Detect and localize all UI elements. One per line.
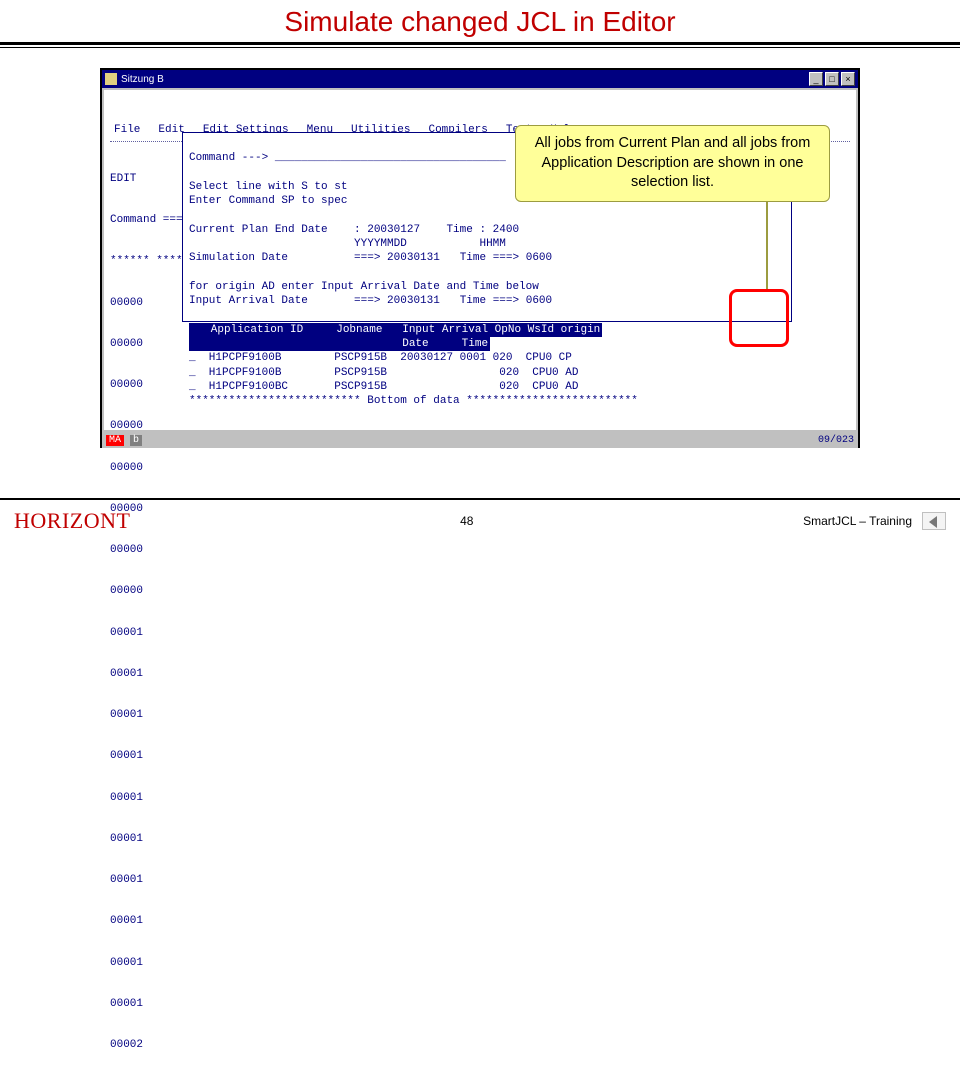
body-line: 00001 [110, 627, 850, 641]
body-line: 00001 [110, 915, 850, 929]
minimize-button[interactable]: _ [809, 72, 823, 86]
body-line: 00000 [110, 462, 850, 476]
table-header: Application ID Jobname Input Arrival OpN… [189, 323, 602, 337]
title-rule-thick [0, 42, 960, 45]
body-line: 00001 [110, 833, 850, 847]
panel-bottom: ************************** Bottom of dat… [189, 395, 638, 407]
fmt-time: HHMM [479, 238, 505, 250]
menu-edit[interactable]: Edit [158, 124, 184, 138]
table-row[interactable]: _ H1PCPF9100B PSCP915B 020 CPU0 AD [189, 367, 578, 379]
app-icon [105, 73, 117, 85]
body-line: 00001 [110, 668, 850, 682]
cp-end-time-lbl: Time [446, 224, 472, 236]
cp-end-time: : 2400 [479, 224, 519, 236]
maximize-button[interactable]: □ [825, 72, 839, 86]
body-line: 00000 [110, 585, 850, 599]
fmt-date: YYYYMMDD [354, 238, 407, 250]
window-caption: Sitzung B [121, 74, 807, 85]
window-titlebar: Sitzung B _ □ × [102, 70, 858, 88]
table-row[interactable]: _ H1PCPF9100B PSCP915B 20030127 0001 020… [189, 352, 572, 364]
sim-time[interactable]: 0600 [526, 252, 552, 264]
panel-instr2: Enter Command SP to spec [189, 195, 347, 207]
body-line: 00002 [110, 1039, 850, 1053]
slide-title: Simulate changed JCL in Editor [0, 0, 960, 42]
iad-label: Input Arrival Date [189, 295, 308, 307]
sim-date[interactable]: ===> 20030131 [354, 252, 440, 264]
body-line: 00001 [110, 874, 850, 888]
menu-file[interactable]: File [114, 124, 140, 138]
sim-label: Simulation Date [189, 252, 288, 264]
close-button[interactable]: × [841, 72, 855, 86]
cp-end-date: : 20030127 [354, 224, 420, 236]
body-line: 00001 [110, 709, 850, 723]
body-line: 00001 [110, 750, 850, 764]
body-line: 00000 [110, 420, 850, 434]
prev-slide-icon[interactable] [922, 512, 946, 530]
cp-end-label: Current Plan End Date [189, 224, 328, 236]
slide-number: 48 [130, 514, 803, 528]
iad-time-lbl: Time ===> [460, 295, 519, 307]
annotation-callout: All jobs from Current Plan and all jobs … [515, 125, 830, 202]
panel-instr1: Select line with S to st [189, 181, 347, 193]
highlight-origin-column [729, 289, 789, 347]
table-row[interactable]: _ H1PCPF9100BC PSCP915B 020 CPU0 AD [189, 381, 578, 393]
body-line: 00000 [110, 544, 850, 558]
title-rule-thin [0, 47, 960, 48]
sim-time-lbl: Time ===> [460, 252, 519, 264]
brand-logo: HORIZONT [14, 508, 130, 534]
training-label: SmartJCL – Training [803, 514, 912, 528]
panel-command-label: Command ---> [189, 152, 268, 164]
slide-footer: HORIZONT 48 SmartJCL – Training [0, 498, 960, 540]
iad-date[interactable]: ===> 20030131 [354, 295, 440, 307]
origin-instr: for origin AD enter Input Arrival Date a… [189, 281, 539, 293]
callout-connector [766, 195, 768, 290]
body-line: 00001 [110, 998, 850, 1012]
body-line: 00001 [110, 792, 850, 806]
body-line: 00001 [110, 957, 850, 971]
iad-time[interactable]: 0600 [526, 295, 552, 307]
table-header2: Date Time [189, 337, 490, 351]
panel-command-input[interactable]: ___________________________________ [275, 152, 506, 164]
